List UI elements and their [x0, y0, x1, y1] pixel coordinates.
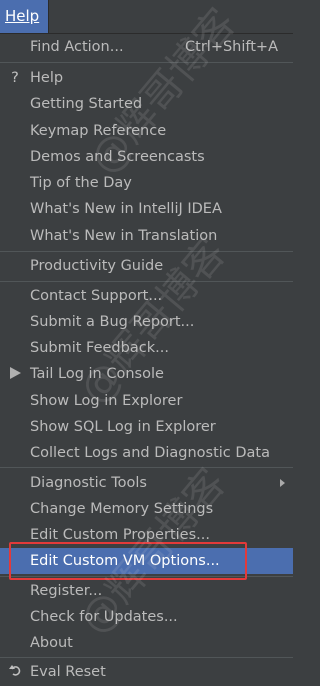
menu-separator [0, 62, 293, 63]
menu-item-diagnostic-tools[interactable]: Diagnostic Tools [0, 470, 293, 496]
menu-item-submit-feedback[interactable]: Submit Feedback... [0, 335, 293, 361]
menu-separator [0, 467, 293, 468]
menu-item-change-memory[interactable]: Change Memory Settings [0, 496, 293, 522]
menu-item-show-log-explorer[interactable]: Show Log in Explorer [0, 388, 293, 414]
menu-item-label: Collect Logs and Diagnostic Data [30, 445, 271, 461]
menu-item-keymap-reference[interactable]: Keymap Reference [0, 118, 293, 144]
menu-item-label: Show SQL Log in Explorer [30, 419, 216, 435]
menu-item-shortcut: Ctrl+Shift+A [185, 39, 278, 55]
menu-item-find-action[interactable]: Find Action... Ctrl+Shift+A [0, 34, 293, 60]
menu-item-label: Show Log in Explorer [30, 393, 183, 409]
menu-item-help[interactable]: ? Help [0, 65, 293, 91]
menu-item-label: Eval Reset [30, 664, 106, 680]
menu-item-whats-new-idea[interactable]: What's New in IntelliJ IDEA [0, 196, 293, 222]
help-menu-label: Help [5, 7, 40, 25]
menu-item-demos-screencasts[interactable]: Demos and Screencasts [0, 144, 293, 170]
question-mark-icon: ? [11, 70, 19, 86]
menu-bar-divider [48, 0, 49, 33]
menu-bar: Help [0, 0, 293, 33]
submenu-arrow-icon [280, 479, 285, 487]
menu-item-label: Tip of the Day [30, 175, 132, 191]
menu-item-label: Submit Feedback... [30, 340, 169, 356]
menu-item-label: Register... [30, 583, 103, 599]
menu-item-contact-support[interactable]: Contact Support... [0, 283, 293, 309]
menu-item-getting-started[interactable]: Getting Started [0, 91, 293, 117]
menu-item-label: Contact Support... [30, 288, 163, 304]
menu-item-eval-reset[interactable]: Eval Reset [0, 659, 293, 685]
red-highlight-annotation [9, 542, 247, 580]
menu-item-label: Diagnostic Tools [30, 475, 147, 491]
menu-item-label: What's New in Translation [30, 228, 218, 244]
menu-item-collect-logs[interactable]: Collect Logs and Diagnostic Data [0, 440, 293, 466]
menu-item-label: What's New in IntelliJ IDEA [30, 201, 222, 217]
menu-item-label: Productivity Guide [30, 258, 164, 274]
menu-item-label: Getting Started [30, 96, 143, 112]
menu-item-label: About [30, 635, 73, 651]
menu-item-label: Demos and Screencasts [30, 149, 205, 165]
menu-item-submit-bug-report[interactable]: Submit a Bug Report... [0, 309, 293, 335]
menu-item-register[interactable]: Register... [0, 578, 293, 604]
menu-item-check-updates[interactable]: Check for Updates... [0, 604, 293, 630]
help-menu-screenshot: Help Find Action... Ctrl+Shift+A ? Help … [0, 0, 293, 686]
menu-separator [0, 281, 293, 282]
menu-item-label: Check for Updates... [30, 609, 178, 625]
menu-item-label: Find Action... [30, 39, 124, 55]
menu-item-whats-new-translation[interactable]: What's New in Translation [0, 223, 293, 249]
menu-item-tail-log[interactable]: Tail Log in Console [0, 361, 293, 387]
menu-item-label: Help [30, 70, 64, 86]
help-menu-button[interactable]: Help [0, 0, 48, 33]
menu-item-label: Submit a Bug Report... [30, 314, 195, 330]
menu-item-show-sql-log[interactable]: Show SQL Log in Explorer [0, 414, 293, 440]
menu-item-about[interactable]: About [0, 630, 293, 656]
menu-item-productivity-guide[interactable]: Productivity Guide [0, 253, 293, 279]
menu-separator [0, 657, 293, 658]
play-icon [6, 361, 24, 387]
menu-item-label: Tail Log in Console [30, 366, 164, 382]
menu-separator [0, 251, 293, 252]
menu-item-label: Change Memory Settings [30, 501, 214, 517]
menu-item-tip-of-the-day[interactable]: Tip of the Day [0, 170, 293, 196]
undo-icon [6, 659, 24, 685]
menu-item-label: Keymap Reference [30, 123, 167, 139]
